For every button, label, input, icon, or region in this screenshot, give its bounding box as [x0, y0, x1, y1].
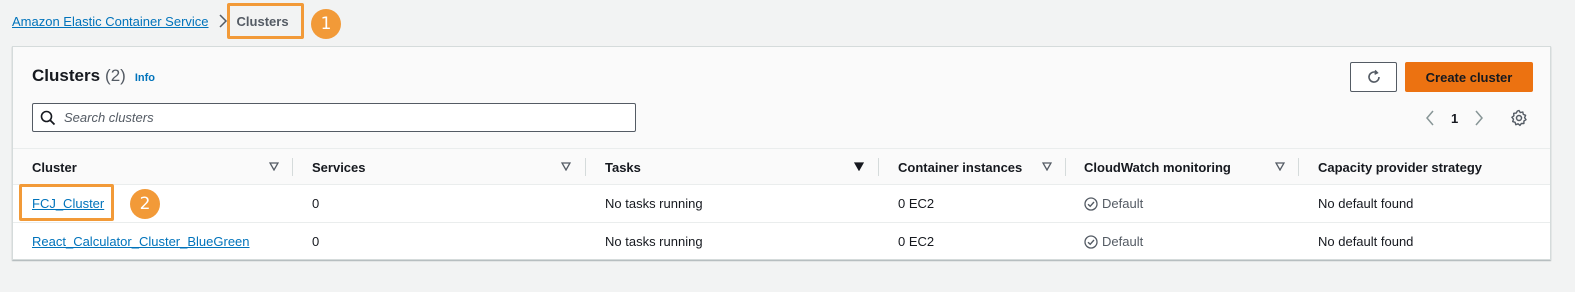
column-header-cluster[interactable]: Cluster: [32, 149, 77, 185]
capacity-cell: No default found: [1318, 196, 1414, 211]
highlight-box-breadcrumb: [227, 3, 304, 39]
table-row: React_Calculator_Cluster_BlueGreen 0 No …: [13, 223, 1550, 261]
column-header-cloudwatch-monitoring[interactable]: CloudWatch monitoring: [1084, 149, 1231, 185]
column-divider[interactable]: [292, 158, 293, 176]
refresh-icon: [1366, 69, 1382, 85]
search-input[interactable]: [64, 110, 624, 125]
check-circle-icon: [1084, 234, 1098, 249]
monitoring-label: Default: [1102, 234, 1144, 249]
monitoring-cell: Default: [1084, 223, 1143, 260]
table-row: FCJ_Cluster 0 No tasks running 0 EC2 Def…: [13, 185, 1550, 223]
info-link[interactable]: Info: [135, 72, 155, 84]
sort-caret-icon[interactable]: [1042, 162, 1052, 171]
search-icon: [40, 110, 56, 126]
monitoring-label: Default: [1102, 196, 1144, 211]
monitoring-status: Default: [1084, 196, 1143, 211]
breadcrumb-ecs-link[interactable]: Amazon Elastic Container Service: [12, 14, 209, 29]
highlight-box-cluster-link: [19, 184, 114, 221]
check-circle-icon: [1084, 196, 1098, 211]
tasks-cell: No tasks running: [605, 234, 703, 249]
sort-caret-icon[interactable]: [269, 162, 279, 171]
cluster-link[interactable]: React_Calculator_Cluster_BlueGreen: [32, 234, 250, 249]
instances-cell: 0 EC2: [898, 234, 935, 249]
annotation-badge-2: 2: [130, 189, 160, 219]
cluster-count: (2): [105, 66, 126, 85]
annotation-badge-1: 1: [311, 9, 341, 39]
monitoring-cell: Default: [1084, 185, 1143, 222]
column-divider[interactable]: [585, 158, 586, 176]
sort-caret-icon[interactable]: [854, 162, 864, 171]
create-cluster-button[interactable]: Create cluster: [1405, 62, 1533, 92]
settings-gear-icon[interactable]: [1510, 109, 1528, 127]
clusters-panel: Clusters (2) Info Create cluster 1: [12, 46, 1551, 260]
page-title: Clusters: [32, 66, 101, 85]
search-field[interactable]: [32, 103, 636, 132]
sort-caret-icon[interactable]: [1275, 162, 1285, 171]
column-divider[interactable]: [1298, 158, 1299, 176]
monitoring-status: Default: [1084, 234, 1143, 249]
services-cell: 0: [312, 234, 320, 249]
column-divider[interactable]: [1065, 158, 1066, 176]
panel-title-row: Clusters (2) Info: [32, 66, 155, 86]
column-header-capacity-provider-strategy[interactable]: Capacity provider strategy: [1318, 149, 1482, 185]
tasks-cell: No tasks running: [605, 196, 703, 211]
chevron-left-icon[interactable]: [1421, 107, 1439, 129]
sort-caret-icon[interactable]: [561, 162, 571, 171]
cluster-cell: React_Calculator_Cluster_BlueGreen: [32, 223, 250, 260]
pagination: 1: [1421, 107, 1488, 129]
column-header-container-instances[interactable]: Container instances: [898, 149, 1022, 185]
chevron-right-icon[interactable]: [1470, 107, 1488, 129]
column-divider[interactable]: [878, 158, 879, 176]
table-header: Cluster Services Tasks Container instanc…: [13, 149, 1550, 185]
panel-header: Clusters (2) Info Create cluster 1: [13, 47, 1550, 149]
column-header-tasks[interactable]: Tasks: [605, 149, 641, 185]
instances-cell: 0 EC2: [898, 196, 935, 211]
refresh-button[interactable]: [1350, 62, 1397, 92]
capacity-cell: No default found: [1318, 234, 1414, 249]
page-number[interactable]: 1: [1451, 111, 1458, 126]
clusters-table: Cluster Services Tasks Container instanc…: [13, 149, 1550, 261]
column-header-services[interactable]: Services: [312, 149, 366, 185]
services-cell: 0: [312, 196, 320, 211]
